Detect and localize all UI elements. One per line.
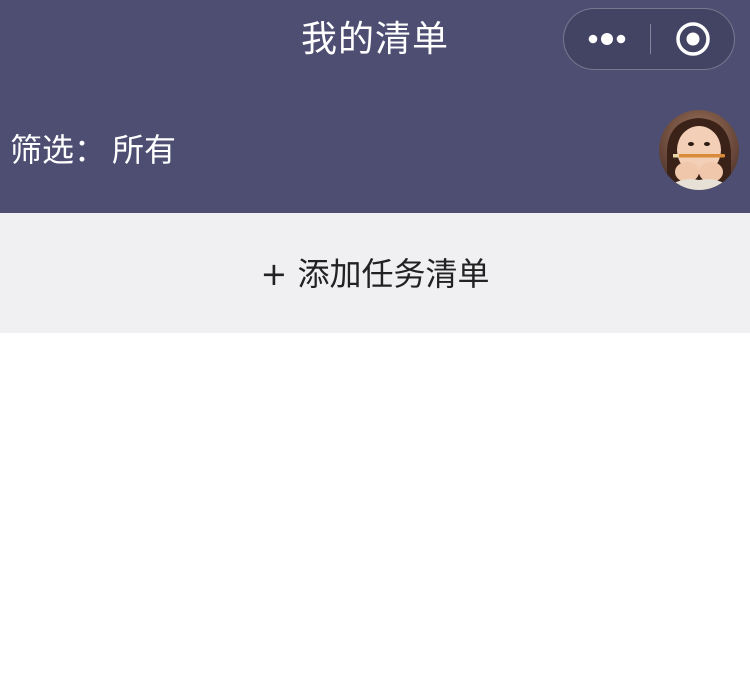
mini-program-page: 我的清单 筛选： 所有 + 添加任务清单 (0, 0, 750, 694)
more-button[interactable] (564, 9, 650, 69)
more-dots-icon (588, 33, 626, 45)
filter-selector[interactable]: 筛选： 所有 (10, 126, 176, 174)
user-avatar-photo (659, 110, 739, 190)
avatar[interactable] (659, 110, 739, 190)
capsule-menu (563, 8, 735, 70)
target-circle-icon (676, 22, 710, 56)
list-container (0, 333, 750, 694)
add-list-label: + 添加任务清单 (260, 255, 490, 293)
filter-value: 所有 (112, 131, 177, 169)
add-list-button[interactable]: + 添加任务清单 (0, 213, 750, 333)
header: 我的清单 筛选： 所有 (0, 0, 750, 213)
close-button[interactable] (651, 9, 735, 69)
filter-label: 筛选： (10, 131, 107, 169)
